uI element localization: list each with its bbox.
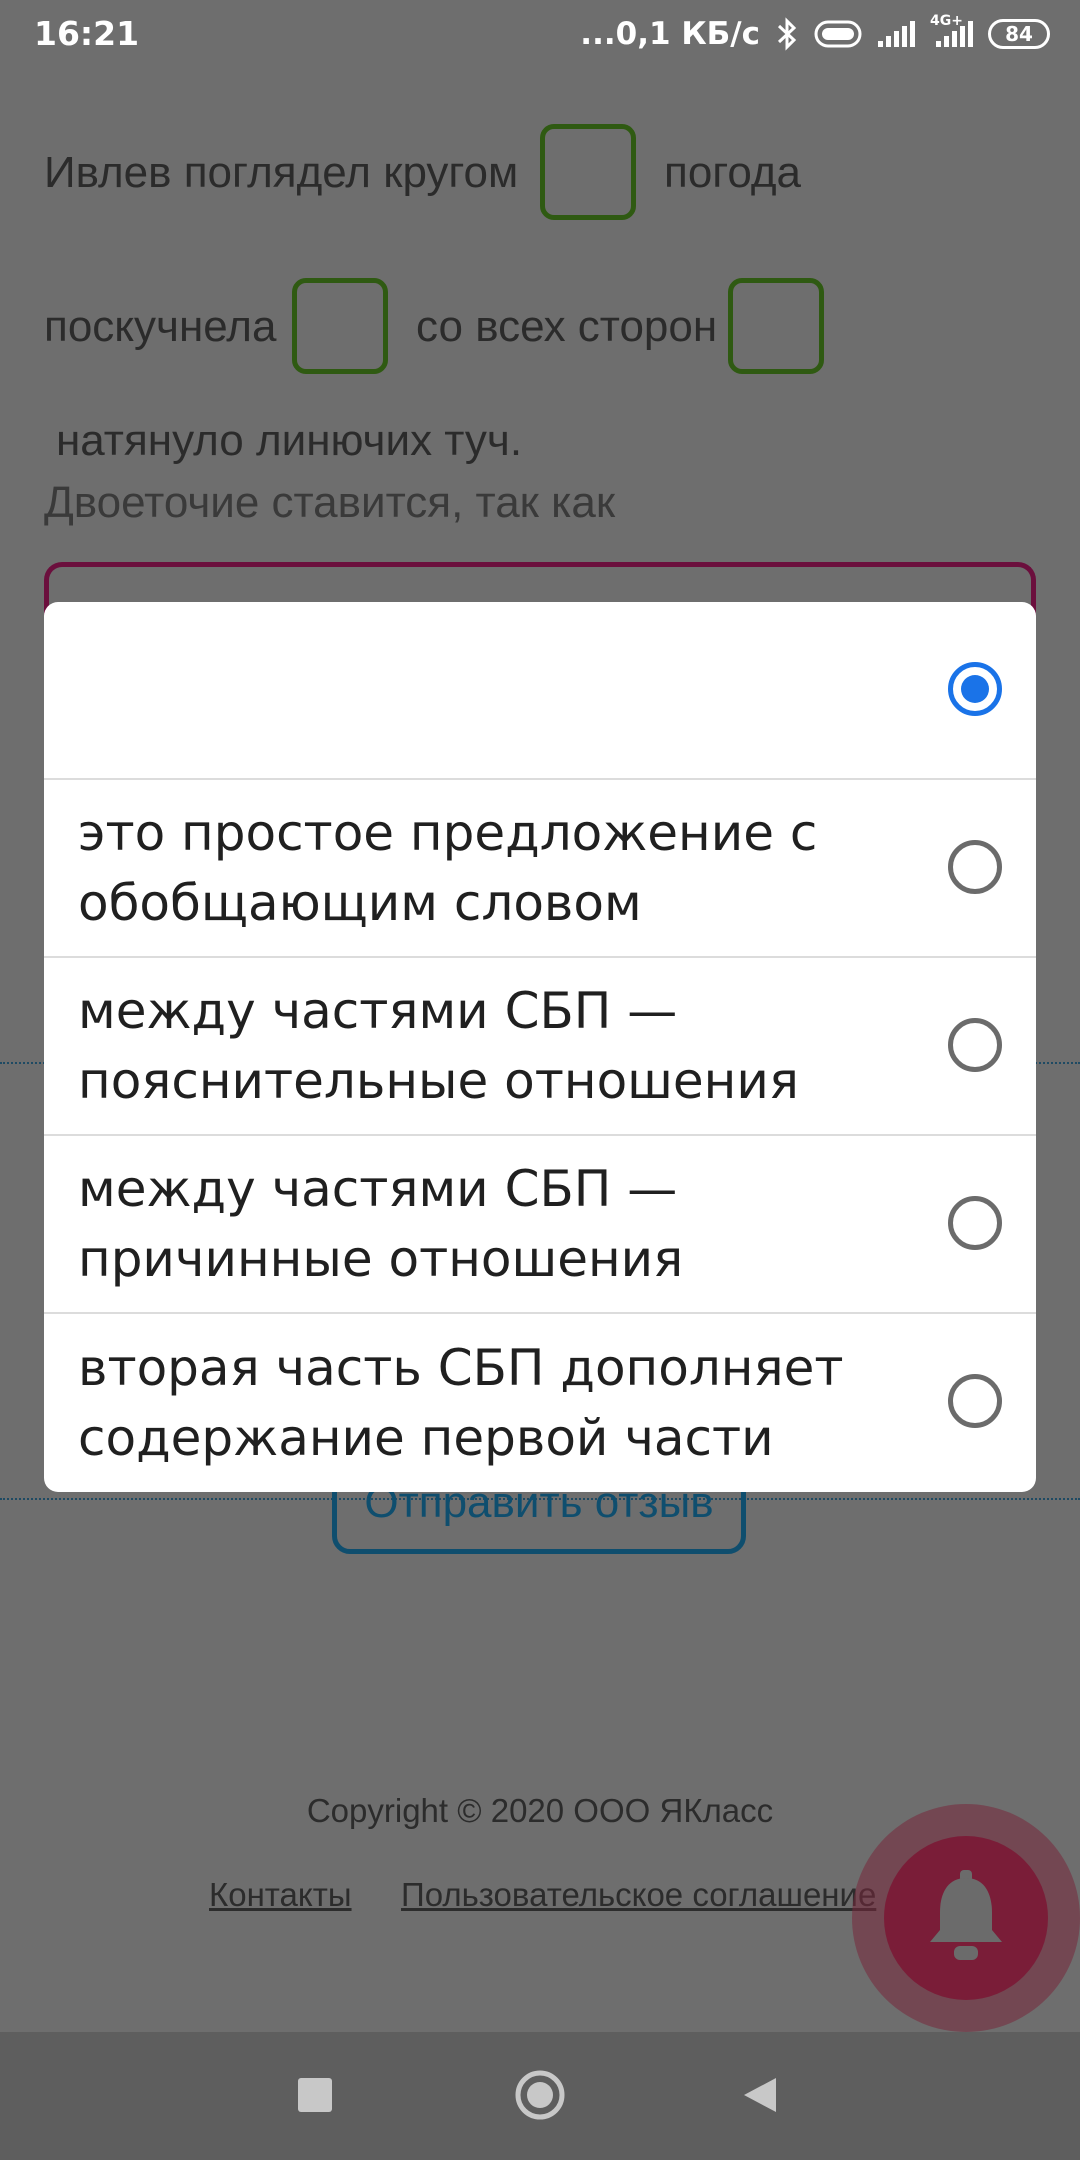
status-icons: ...0,1 КБ/с 4G+ 84	[580, 12, 1050, 56]
user-agreement-link[interactable]: Пользовательское соглашение	[401, 1876, 876, 1914]
exercise-line1-text: Ивлев поглядел кругом	[44, 148, 519, 197]
alarm-toggle-icon	[814, 20, 862, 48]
exercise-line2-middle: со всех сторон	[416, 302, 718, 351]
navigation-bar	[0, 2032, 1080, 2160]
back-button[interactable]	[725, 2062, 795, 2132]
square-icon	[298, 2077, 332, 2117]
status-bar: 16:21 ...0,1 КБ/с 4G+ 84	[0, 0, 1080, 66]
radio-button[interactable]	[948, 1196, 1002, 1250]
option-label: это простое предложение с обобщающим сло…	[78, 804, 818, 932]
exercise-line3-text: натянуло линючих туч.	[56, 416, 523, 465]
radio-button[interactable]	[948, 840, 1002, 894]
exercise-line2-text: поскучнела	[44, 302, 277, 351]
battery-icon: 84	[988, 19, 1050, 49]
bluetooth-icon	[774, 17, 800, 51]
option-empty[interactable]	[44, 602, 1036, 780]
network-type-label: 4G+	[930, 13, 963, 29]
option-simple-sentence[interactable]: это простое предложение с обобщающим сло…	[44, 780, 1036, 958]
option-label: между частями СБП — причинные отношения	[78, 1160, 684, 1288]
punctuation-gap-2[interactable]	[292, 278, 388, 374]
radio-button-selected[interactable]	[948, 662, 1002, 716]
answer-options-dialog: это простое предложение с обобщающим сло…	[44, 602, 1036, 1492]
exercise-line1-after: погода	[664, 148, 802, 197]
bell-icon	[924, 1868, 1008, 1969]
triangle-back-icon	[742, 2076, 778, 2119]
option-causal[interactable]: между частями СБП — причинные отношения	[44, 1136, 1036, 1314]
punctuation-gap-3[interactable]	[728, 278, 824, 374]
signal-icon	[876, 19, 916, 49]
option-label: вторая часть СБП дополняет содержание пе…	[78, 1339, 844, 1467]
recents-button[interactable]	[280, 2062, 350, 2132]
contacts-link[interactable]: Контакты	[209, 1876, 352, 1914]
signal-4g-icon: 4G+	[930, 13, 974, 49]
home-button[interactable]	[505, 2062, 575, 2132]
option-explanatory[interactable]: между частями СБП — пояснительные отноше…	[44, 958, 1036, 1136]
network-speed: ...0,1 КБ/с	[580, 16, 760, 52]
punctuation-gap-1[interactable]	[540, 124, 636, 220]
status-time: 16:21	[34, 14, 140, 53]
option-complements[interactable]: вторая часть СБП дополняет содержание пе…	[44, 1314, 1036, 1492]
radio-button[interactable]	[948, 1374, 1002, 1428]
option-label: между частями СБП — пояснительные отноше…	[78, 982, 799, 1110]
circle-icon	[514, 2069, 566, 2126]
notification-bell-button[interactable]	[884, 1836, 1048, 2000]
radio-button[interactable]	[948, 1018, 1002, 1072]
exercise-hint: Двоеточие ставится, так как	[44, 478, 616, 527]
battery-level: 84	[1005, 22, 1033, 46]
